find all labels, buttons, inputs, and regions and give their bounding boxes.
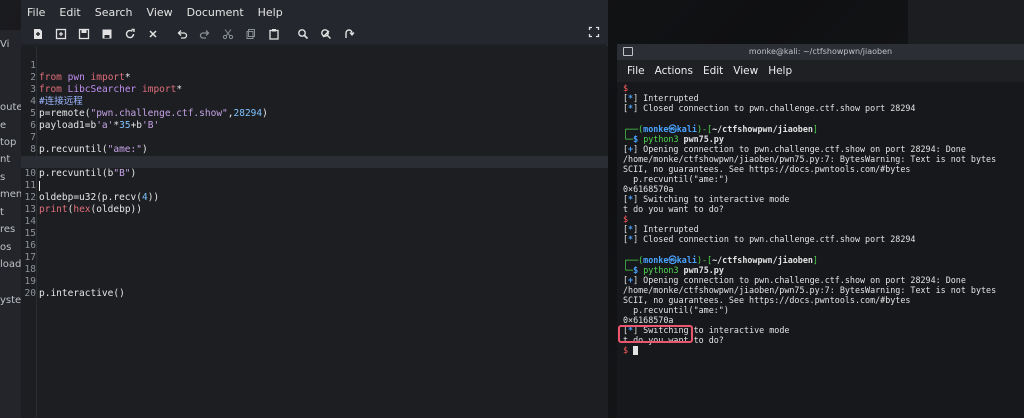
term-menu-actions[interactable]: Actions	[655, 65, 693, 77]
code-line: 4 p=remote("pwn.challenge.ctf.show",2829…	[21, 84, 608, 119]
new-file-icon[interactable]	[29, 26, 47, 42]
term-menu-edit[interactable]: Edit	[703, 65, 723, 77]
background-window: Vi outer e top nt s men t res os load ys…	[0, 30, 21, 418]
terminal-line: [*] Closed connection to pwn.challenge.c…	[623, 103, 916, 113]
menu-search[interactable]: Search	[95, 6, 133, 19]
red-highlight-box	[618, 325, 693, 343]
side-label: e	[0, 120, 7, 131]
terminal-titlebar[interactable]: monke@kali: ~/ctfshowpwn/jiaoben	[617, 44, 1024, 60]
terminal-output[interactable]: $ [*] Interrupted [*] Closed connection …	[617, 82, 1024, 418]
cut-icon[interactable]	[219, 26, 237, 42]
terminal-icon	[623, 47, 633, 56]
replace-icon[interactable]	[317, 26, 335, 42]
terminal-title: monke@kali: ~/ctfshowpwn/jiaoben	[748, 47, 893, 56]
code-line: 16	[21, 228, 608, 251]
code-line: 9 p.recvuntil(b"B")	[21, 144, 608, 179]
code-line: 13	[21, 192, 608, 215]
fullscreen-icon[interactable]	[588, 26, 600, 41]
paste-icon[interactable]	[265, 26, 283, 42]
side-label: t	[0, 207, 4, 218]
terminal-menubar: File Actions Edit View Help	[617, 60, 1024, 82]
line-number: 20	[24, 288, 36, 299]
code-editor[interactable]: 1 from pwn import* 2 from LibcSearcher i…	[21, 46, 608, 418]
side-label: nt	[0, 154, 11, 165]
side-label: yste	[0, 295, 21, 306]
term-menu-file[interactable]: File	[627, 65, 645, 77]
menu-file[interactable]: File	[27, 6, 45, 19]
code-line: 6	[21, 108, 608, 131]
code-line: 7 p.recvuntil("ame:")	[21, 120, 608, 155]
term-menu-help[interactable]: Help	[768, 65, 792, 77]
side-label: load	[0, 259, 21, 270]
search-icon[interactable]	[294, 26, 312, 42]
editor-toolbar	[21, 24, 608, 44]
menu-edit[interactable]: Edit	[59, 6, 80, 19]
code-line: 12 print(hex(oldebp))	[21, 180, 608, 215]
copy-icon[interactable]	[242, 26, 260, 42]
background-panel	[908, 0, 1024, 44]
terminal-input-line[interactable]: $	[623, 345, 639, 356]
code-line: 8 p.send(payload1)	[21, 132, 608, 167]
terminal-line: t do you want to do?	[623, 204, 724, 214]
code-line: 11 oldebp=u32(p.recv(4))	[21, 168, 608, 203]
term-menu-view[interactable]: View	[733, 65, 758, 77]
code-line: 14	[21, 204, 608, 227]
code-line-current: 10	[21, 156, 608, 191]
code-line: 2 from LibcSearcher import*	[21, 60, 608, 95]
code-line: 19 p.interactive()	[21, 264, 608, 299]
open-file-icon[interactable]	[52, 26, 70, 42]
menu-help[interactable]: Help	[258, 6, 283, 19]
terminal-line: [*] Closed connection to pwn.challenge.c…	[623, 234, 916, 244]
text-editor-window: File Edit Search View Document Help 1 fr…	[21, 0, 608, 418]
menu-document[interactable]: Document	[187, 6, 244, 19]
goto-icon[interactable]	[340, 26, 358, 42]
side-label: top	[0, 137, 17, 148]
code-line: 17	[21, 240, 608, 263]
code-line: 1 from pwn import*	[21, 48, 608, 83]
menu-view[interactable]: View	[147, 6, 173, 19]
code-line: 15	[21, 216, 608, 239]
close-icon[interactable]	[144, 26, 162, 42]
terminal-window: monke@kali: ~/ctfshowpwn/jiaoben File Ac…	[617, 44, 1024, 418]
editor-menubar: File Edit Search View Document Help	[21, 0, 608, 24]
undo-icon[interactable]	[173, 26, 191, 42]
side-label: s	[0, 172, 6, 183]
side-label: Vi	[0, 39, 10, 50]
save-as-icon[interactable]	[98, 26, 116, 42]
save-icon[interactable]	[75, 26, 93, 42]
terminal-cursor	[633, 346, 639, 355]
side-label: res	[0, 224, 16, 235]
code-line: 20	[21, 276, 608, 299]
code-line: 5 payload1=b'a'*35+b'B'	[21, 96, 608, 131]
redo-icon[interactable]	[196, 26, 214, 42]
code-line: 3 #连接远程	[21, 72, 608, 107]
reload-icon[interactable]	[121, 26, 139, 42]
side-label: men	[0, 189, 21, 200]
side-label: outer	[0, 102, 21, 113]
code-line: 18	[21, 252, 608, 275]
side-label: os	[0, 242, 12, 253]
